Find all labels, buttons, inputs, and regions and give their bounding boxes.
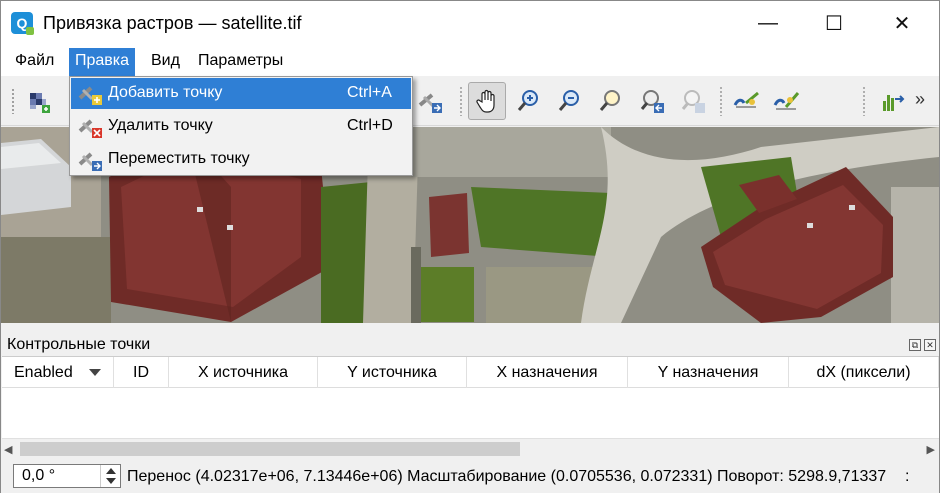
spinbox-arrows[interactable]	[100, 465, 120, 487]
maximize-button[interactable]: ☐	[811, 1, 857, 46]
status-end-text: :	[905, 468, 910, 485]
minimize-button[interactable]: —	[745, 1, 791, 46]
column-header-id[interactable]: ID	[114, 357, 169, 388]
menu-bar: Файл Правка Вид Параметры	[1, 46, 939, 76]
column-header-dest-x[interactable]: X назначения	[467, 357, 628, 388]
zoom-in-icon[interactable]	[510, 82, 548, 120]
column-header-dx[interactable]: dX (пиксели)	[789, 357, 939, 388]
toolbar-separator	[459, 86, 463, 116]
delete-point-icon	[78, 119, 102, 138]
horizontal-scrollbar[interactable]: ◀ ▶	[2, 438, 939, 458]
scroll-right-icon[interactable]: ▶	[927, 443, 935, 456]
edit-menu-dropdown: Добавить точку Ctrl+A Удалить точку Ctrl…	[69, 76, 413, 176]
add-point-icon	[78, 86, 102, 105]
menu-move-point[interactable]: Переместить точку	[71, 144, 411, 175]
menu-view[interactable]: Вид	[145, 48, 186, 76]
move-point-icon[interactable]	[411, 82, 449, 120]
zoom-to-layer-icon[interactable]	[592, 82, 630, 120]
spin-up-icon[interactable]	[106, 468, 116, 474]
status-bar: 0,0 ° Перенос (4.02317e+06, 7.13446e+06)…	[1, 459, 939, 493]
toolbar-separator	[719, 86, 723, 116]
scrollbar-thumb[interactable]	[20, 442, 520, 456]
panel-float-button[interactable]: ⧉	[909, 339, 921, 351]
panel-splitter[interactable]	[1, 323, 939, 335]
spin-down-icon[interactable]	[106, 478, 116, 484]
toolbar-grip[interactable]	[11, 88, 15, 114]
menu-add-point-label: Добавить точку	[108, 84, 223, 101]
panel-close-button[interactable]: ✕	[924, 339, 936, 351]
toolbar-separator	[862, 86, 866, 116]
close-button[interactable]: ✕	[879, 1, 925, 46]
title-bar: Q Привязка растров — satellite.tif — ☐ ✕	[1, 1, 939, 46]
column-header-source-x[interactable]: X источника	[169, 357, 318, 388]
menu-add-point-shortcut: Ctrl+A	[347, 84, 392, 101]
column-header-dest-y[interactable]: Y назначения	[628, 357, 789, 388]
zoom-next-icon[interactable]	[674, 82, 712, 120]
menu-file[interactable]: Файл	[9, 48, 60, 76]
scroll-left-icon[interactable]: ◀	[4, 443, 12, 456]
window-title: Привязка растров — satellite.tif	[43, 13, 302, 33]
georeferencer-window: Q Привязка растров — satellite.tif — ☐ ✕…	[0, 0, 940, 493]
link-qgis-to-georef-icon[interactable]	[767, 82, 805, 120]
menu-edit[interactable]: Правка	[69, 48, 136, 76]
pan-icon[interactable]	[468, 82, 506, 120]
move-point-icon	[78, 152, 102, 171]
column-header-enabled[interactable]: Enabled	[2, 357, 114, 388]
column-header-label: Enabled	[14, 363, 73, 381]
menu-delete-point[interactable]: Удалить точку Ctrl+D	[71, 111, 411, 142]
menu-move-point-label: Переместить точку	[108, 150, 250, 167]
column-header-source-y[interactable]: Y источника	[318, 357, 467, 388]
qgis-app-icon: Q	[11, 12, 34, 35]
menu-add-point[interactable]: Добавить точку Ctrl+A	[71, 78, 411, 109]
rotation-spinbox[interactable]: 0,0 °	[13, 464, 121, 488]
sort-down-icon	[89, 369, 101, 376]
menu-settings[interactable]: Параметры	[192, 48, 289, 76]
zoom-last-icon[interactable]	[633, 82, 671, 120]
transform-status-text: Перенос (4.02317e+06, 7.13446e+06) Масшт…	[127, 468, 887, 485]
open-raster-icon[interactable]	[21, 82, 59, 120]
menu-delete-point-shortcut: Ctrl+D	[347, 117, 393, 134]
rotation-value: 0,0 °	[22, 467, 56, 484]
menu-delete-point-label: Удалить точку	[108, 117, 213, 134]
toolbar-overflow-button[interactable]: »	[915, 89, 925, 110]
gcp-table-header: Enabled ID X источника Y источника X наз…	[2, 357, 939, 388]
gcp-table: Enabled ID X источника Y источника X наз…	[2, 356, 939, 458]
gcp-panel-title: Контрольные точки	[7, 336, 151, 353]
full-histogram-stretch-icon[interactable]	[873, 82, 911, 120]
link-georef-to-qgis-icon[interactable]	[727, 82, 765, 120]
zoom-out-icon[interactable]	[551, 82, 589, 120]
